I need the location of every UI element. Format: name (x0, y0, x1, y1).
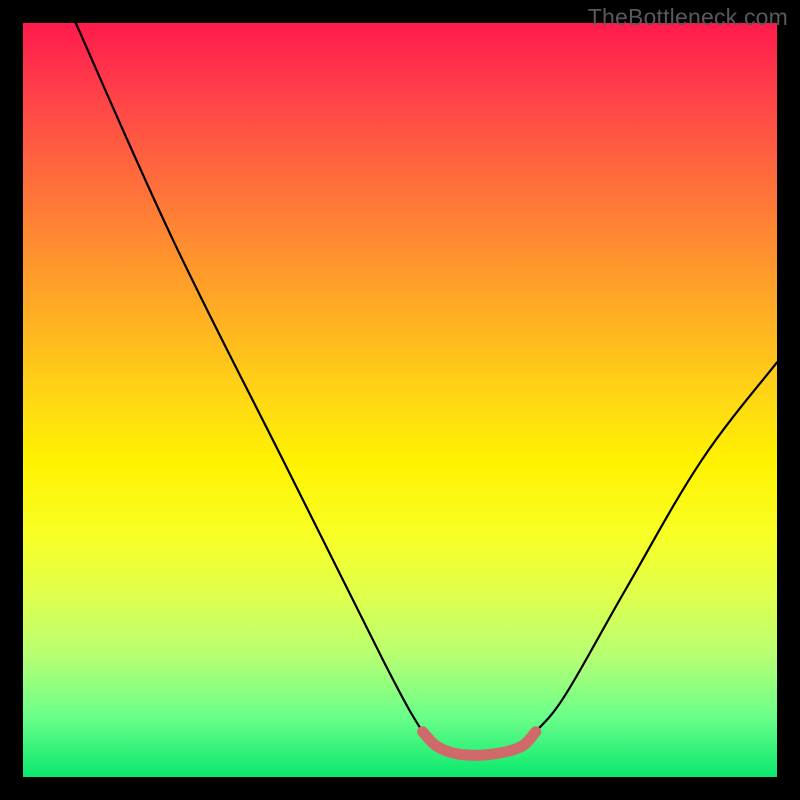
valley-highlight (423, 732, 536, 756)
watermark-text: TheBottleneck.com (588, 4, 788, 31)
chart-frame: TheBottleneck.com (0, 0, 800, 800)
chart-svg (23, 23, 777, 777)
plot-area (23, 23, 777, 777)
bottleneck-curve (76, 23, 777, 755)
